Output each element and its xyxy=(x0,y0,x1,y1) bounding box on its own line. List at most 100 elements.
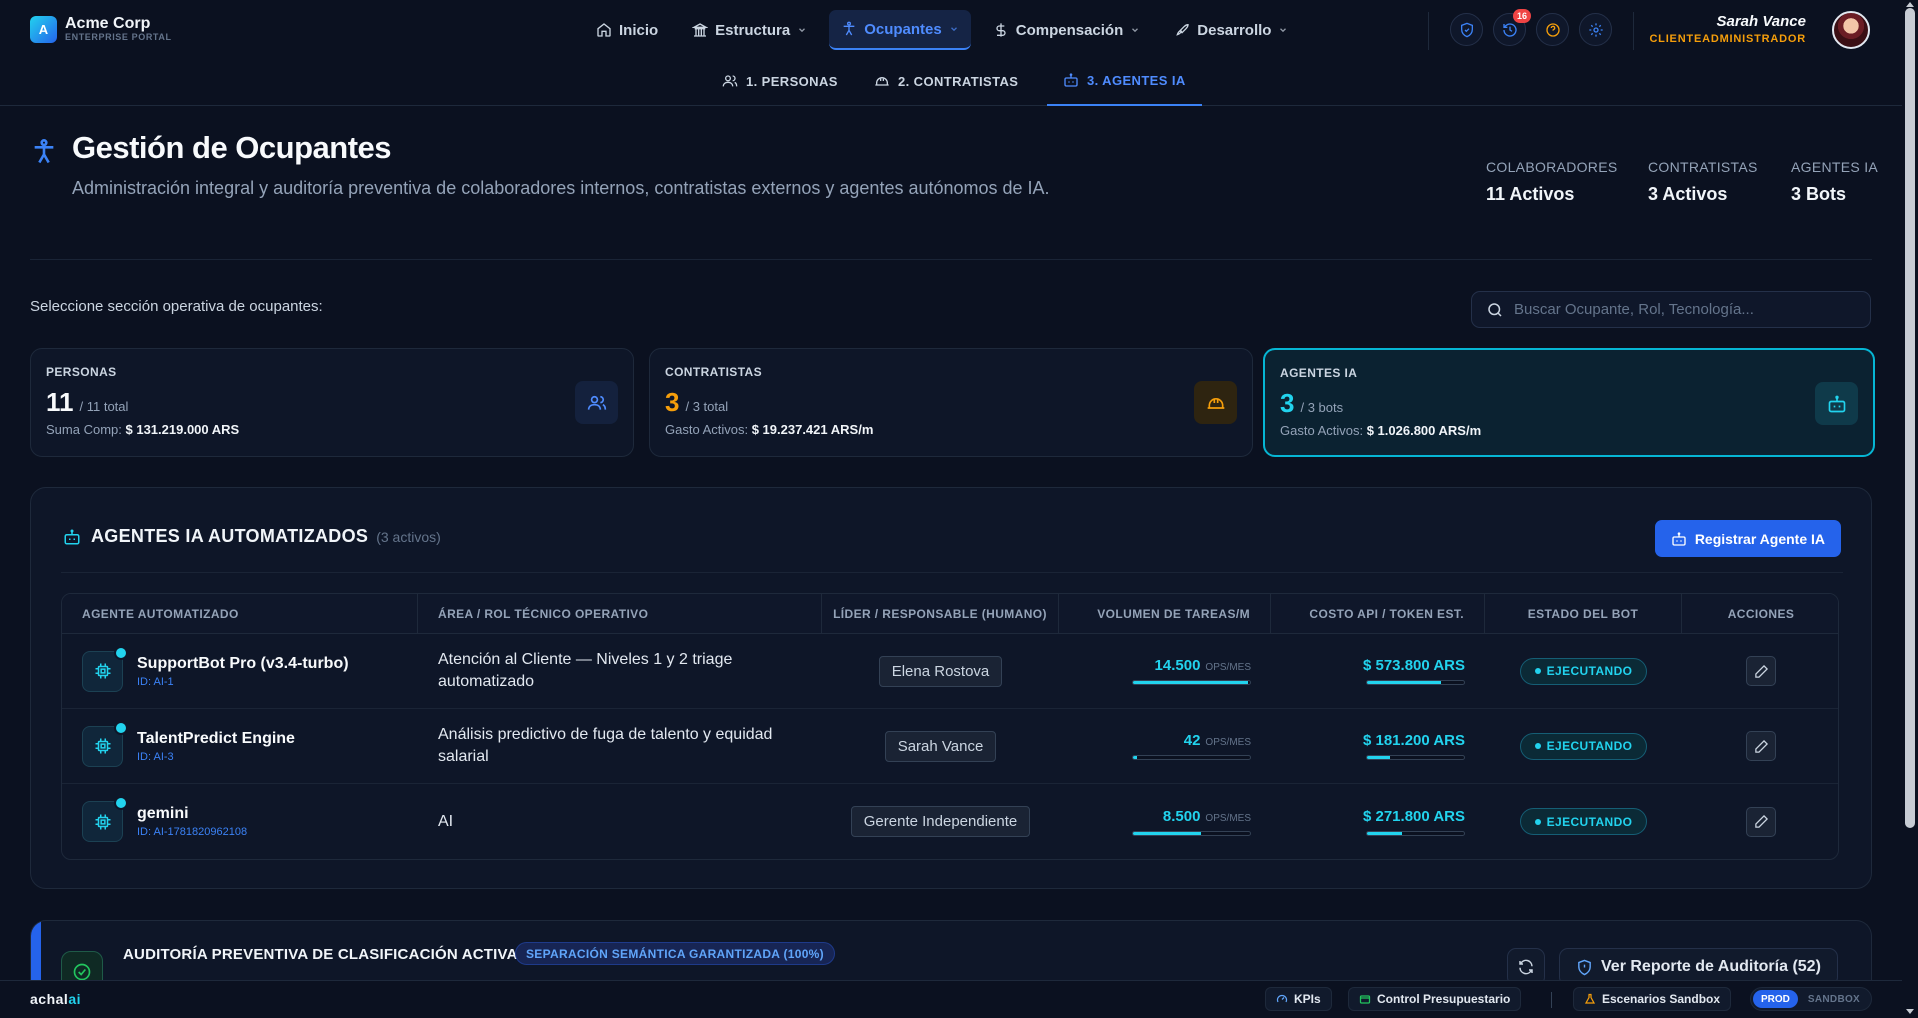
sandbox-scenarios-button[interactable]: Escenarios Sandbox xyxy=(1573,987,1732,1011)
ops-unit: OPS/MES xyxy=(1205,737,1251,748)
stat-contratistas: CONTRATISTAS 3 Activos xyxy=(1648,159,1758,205)
shield-check-icon xyxy=(1460,22,1473,37)
column-header[interactable]: LÍDER / RESPONSABLE (HUMANO) xyxy=(822,594,1059,634)
top-bar: A Acme Corp ENTERPRISE PORTAL Inicio Est… xyxy=(0,0,1902,56)
table-row[interactable]: TalentPredict Engine ID: AI-3 Análisis p… xyxy=(62,709,1838,784)
nav-estructura[interactable]: Estructura xyxy=(680,10,819,50)
bot-icon xyxy=(1828,395,1845,412)
card-agentes-ia[interactable]: AGENTES IA 3 / 3 bots Gasto Activos: $ 1… xyxy=(1263,348,1875,457)
nav-desarrollo-label: Desarrollo xyxy=(1197,21,1272,39)
card-icon xyxy=(1815,382,1858,425)
agent-cell: TalentPredict Engine ID: AI-3 xyxy=(82,709,295,783)
ops-unit: OPS/MES xyxy=(1205,812,1251,824)
stat-value: 3 Activos xyxy=(1648,184,1728,204)
card-foot-value: $ 131.219.000 ARS xyxy=(125,422,240,437)
cost-value: $ 573.800 ARS xyxy=(1362,657,1465,674)
table-row[interactable]: gemini ID: AI-1781820962108 AI Gerente I… xyxy=(62,784,1838,859)
cost-cell: $ 271.800 ARS xyxy=(1271,784,1465,859)
gear-icon xyxy=(1588,22,1603,37)
budget-control-button[interactable]: Control Presupuestario xyxy=(1348,987,1522,1011)
nav-compensacion[interactable]: Compensación xyxy=(981,10,1153,50)
nav-compensacion-label: Compensación xyxy=(1015,21,1124,39)
card-contratistas[interactable]: CONTRATISTAS 3 / 3 total Gasto Activos: … xyxy=(649,348,1253,457)
actions-cell xyxy=(1682,784,1838,859)
brand[interactable]: A Acme Corp ENTERPRISE PORTAL xyxy=(30,16,172,43)
agent-cell: gemini ID: AI-1781820962108 xyxy=(82,784,247,859)
chip-icon xyxy=(82,720,128,767)
user-info[interactable]: Sarah Vance CLIENTEADMINISTRADOR xyxy=(1649,13,1806,45)
tab-contratistas[interactable]: 2. CONTRATISTAS xyxy=(858,56,1034,106)
card-total: / 3 total xyxy=(685,399,729,414)
wallet-icon xyxy=(1359,995,1371,1004)
card-personas[interactable]: PERSONAS 11 / 11 total Suma Comp: $ 131.… xyxy=(30,348,634,457)
security-button[interactable] xyxy=(1450,13,1483,46)
flask-icon xyxy=(1584,993,1596,1004)
edit-button[interactable] xyxy=(1746,806,1776,837)
column-header[interactable]: ESTADO DEL BOT xyxy=(1485,594,1682,634)
table-row[interactable]: SupportBot Pro (v3.4-turbo) ID: AI-1 Ate… xyxy=(62,634,1838,709)
nav-inicio[interactable]: Inicio xyxy=(584,10,670,50)
edit-button[interactable] xyxy=(1746,656,1776,686)
card-icon xyxy=(1194,381,1237,424)
ops-bar-fill xyxy=(1133,756,1137,759)
column-header[interactable]: COSTO API / TOKEN EST. xyxy=(1271,594,1485,634)
tab-agentes-ia[interactable]: 3. AGENTES IA xyxy=(1047,56,1202,106)
column-header[interactable]: AGENTE AUTOMATIZADO xyxy=(62,594,418,634)
search-icon xyxy=(1488,302,1502,317)
nav-ocupantes-label: Ocupantes xyxy=(864,20,942,38)
nav-ocupantes[interactable]: Ocupantes xyxy=(829,10,971,50)
notifications-button[interactable]: 16 xyxy=(1493,9,1531,46)
environment-toggle[interactable]: PROD SANDBOX xyxy=(1750,987,1872,1011)
scroll-up-icon[interactable] xyxy=(1905,0,1915,8)
env-sandbox-option[interactable]: SANDBOX xyxy=(1802,994,1860,1005)
status-dot xyxy=(1534,818,1541,825)
help-button[interactable] xyxy=(1536,13,1569,46)
tab-personas[interactable]: 1. PERSONAS xyxy=(706,56,854,106)
cost-value: $ 271.800 ARS xyxy=(1362,807,1465,825)
card-total: / 3 bots xyxy=(1300,400,1344,415)
stat-value: 11 Activos xyxy=(1486,184,1575,204)
column-header[interactable]: ÁREA / ROL TÉCNICO OPERATIVO xyxy=(418,594,822,634)
shield-alert-icon xyxy=(1578,959,1591,975)
status-text: EJECUTANDO xyxy=(1546,664,1633,678)
nav-desarrollo[interactable]: Desarrollo xyxy=(1162,10,1300,50)
cost-cell: $ 573.800 ARS xyxy=(1271,634,1465,708)
settings-button[interactable] xyxy=(1579,13,1612,46)
chevron-down-icon xyxy=(1132,28,1139,33)
register-agent-button[interactable]: Registrar Agente IA xyxy=(1654,520,1841,557)
scroll-down-icon[interactable] xyxy=(1905,1008,1915,1016)
kpis-button[interactable]: KPIs xyxy=(1265,987,1332,1011)
ops-bar xyxy=(1132,755,1251,760)
cost-bar xyxy=(1366,830,1465,836)
scrollbar-thumb[interactable] xyxy=(1905,8,1915,828)
env-prod-option[interactable]: PROD xyxy=(1753,990,1798,1008)
agent-area: Atención al Cliente — Niveles 1 y 2 tria… xyxy=(438,651,733,690)
refresh-button[interactable] xyxy=(1507,948,1545,980)
ops-cell: 42 OPS/MES xyxy=(1059,709,1251,783)
panel-title-text: AGENTES IA AUTOMATIZADOS xyxy=(91,526,369,546)
column-header[interactable]: ACCIONES xyxy=(1682,594,1838,634)
dollar-icon xyxy=(996,23,1006,37)
page-title: Gestión de Ocupantes xyxy=(72,130,392,165)
leader-pill: Sarah Vance xyxy=(884,730,997,762)
page-subtitle: Administración integral y auditoría prev… xyxy=(72,178,1050,198)
panel-count: (3 activos) xyxy=(376,529,441,545)
divider xyxy=(30,259,1872,260)
card-foot-label: Gasto Activos: xyxy=(665,422,749,437)
status-text: EJECUTANDO xyxy=(1546,739,1633,753)
hard-hat-icon xyxy=(1207,397,1224,409)
register-agent-label: Registrar Agente IA xyxy=(1694,530,1825,547)
column-header[interactable]: VOLUMEN DE TAREAS/M xyxy=(1059,594,1271,634)
audit-report-button[interactable]: Ver Reporte de Auditoría (52) xyxy=(1559,948,1838,980)
card-foot-label: Suma Comp: xyxy=(46,422,122,437)
stat-agentes-ia: AGENTES IA 3 Bots xyxy=(1791,159,1878,205)
cost-bar xyxy=(1366,680,1465,685)
edit-button[interactable] xyxy=(1746,731,1776,761)
chevron-down-icon xyxy=(950,27,957,32)
sandbox-scenarios-label: Escenarios Sandbox xyxy=(1602,992,1721,1006)
card-label: PERSONAS xyxy=(46,365,117,379)
search-input[interactable]: Buscar Ocupante, Rol, Tecnología... xyxy=(1471,291,1871,328)
pencil-icon xyxy=(1754,739,1768,753)
avatar[interactable] xyxy=(1832,11,1870,49)
agent-name: SupportBot Pro (v3.4-turbo) xyxy=(137,654,349,672)
